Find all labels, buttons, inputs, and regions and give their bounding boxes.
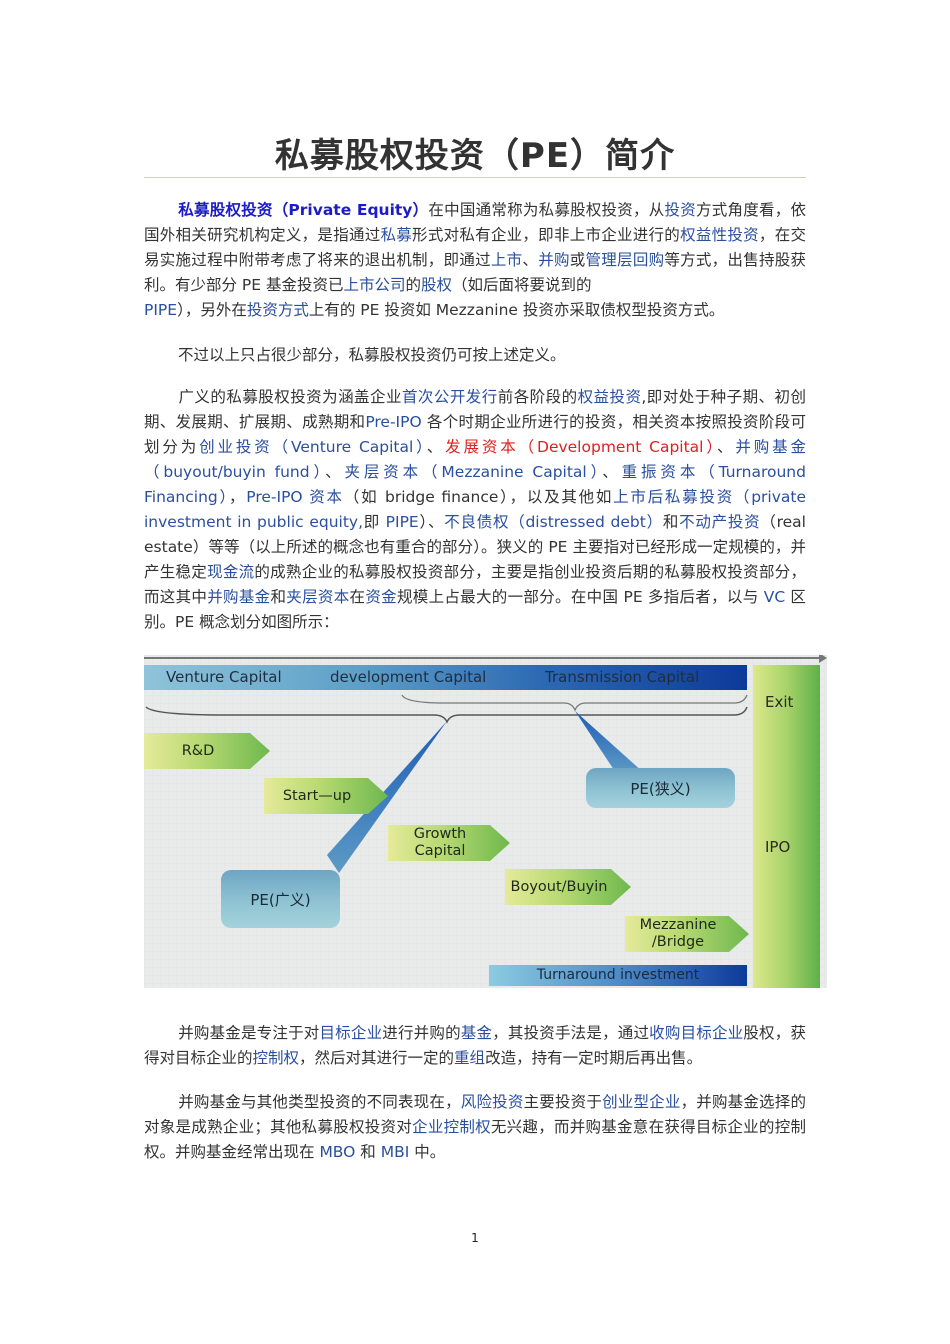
timeline-arrowhead [819, 655, 827, 663]
link-cash-flow[interactable]: 现金流 [207, 563, 254, 581]
link-pipe[interactable]: PIPE [386, 513, 419, 531]
stage-startup: Start—up [264, 778, 388, 814]
link-venture-investment[interactable]: 风险投资 [461, 1093, 524, 1111]
paragraph-definition: 广义的私募股权投资为涵盖企业首次公开发行前各阶段的权益投资,即对处于种子期、初创… [144, 388, 807, 631]
label-development-capital: development Capital [330, 668, 487, 686]
link-mbo[interactable]: 管理层回购 [586, 251, 665, 269]
paragraph-note: 不过以上只占很少部分，私募股权投资仍可按上述定义。 [178, 346, 566, 364]
title-divider [144, 177, 806, 178]
link-mbo[interactable]: MBO [319, 1143, 355, 1161]
stage-mezzanine-bridge: Mezzanine /Bridge [625, 916, 749, 952]
link-vc[interactable]: VC [764, 588, 785, 606]
link-target-company[interactable]: 目标企业 [319, 1024, 382, 1042]
link-ipo[interactable]: 首次公开发行 [402, 388, 498, 406]
link-startup-company[interactable]: 创业型企业 [602, 1093, 681, 1111]
link-listed-company[interactable]: 上市公司 [344, 276, 406, 294]
link-pre-ipo[interactable]: Pre-IPO [365, 413, 421, 431]
link-venture-capital[interactable]: 创业投资（Venture Capital） [199, 438, 427, 456]
paragraph-buyout-fund: 并购基金是专注于对目标企业进行并购的基金，其投资手法是，通过收购目标企业股权，获… [144, 1024, 806, 1067]
pe-narrow-box: PE(狭义) [586, 768, 735, 808]
link-listing[interactable]: 上市 [491, 251, 523, 269]
link-mezzanine[interactable]: 夹层资本 [286, 588, 349, 606]
link-equity-investment[interactable]: 权益性投资 [680, 226, 759, 244]
link-restructuring[interactable]: 重组 [454, 1049, 485, 1067]
paragraph-buyout-difference: 并购基金与其他类型投资的不同表现在，风险投资主要投资于创业型企业，并购基金选择的… [144, 1093, 806, 1161]
link-mezzanine-capital[interactable]: 夹层资本（Mezzanine Capital） [344, 463, 602, 481]
link-development-capital[interactable]: 发展资本（Development Capital） [445, 438, 717, 456]
link-equity-investment[interactable]: 权益投资 [578, 388, 642, 406]
stage-growth-capital: Growth Capital [388, 825, 510, 861]
link-merger[interactable]: 并购 [538, 251, 570, 269]
link-acquire-target[interactable]: 收购目标企业 [649, 1024, 743, 1042]
label-exit: Exit [765, 693, 794, 711]
link-buyout-fund[interactable]: 并购基金 [207, 588, 270, 606]
document-title: 私募股权投资（PE）简介 [274, 136, 676, 176]
turnaround-investment-bar: Turnaround investment [489, 965, 747, 986]
label-ipo: IPO [765, 838, 791, 856]
paragraph-intro: 私募股权投资（Private Equity）在中国通常称为私募股权投资，从投资方… [144, 201, 806, 319]
link-real-estate[interactable]: 不动产投资 [679, 513, 760, 531]
link-mbi[interactable]: MBI [381, 1143, 410, 1161]
link-pre-ipo-capital[interactable]: Pre-IPO 资本 [246, 488, 344, 506]
label-transmission-capital: Transmission Capital [545, 668, 700, 686]
stage-buyout-buyin: Boyout/Buyin [505, 869, 631, 905]
link-private-placement[interactable]: 私募 [381, 226, 413, 244]
page-number: 1 [471, 1231, 479, 1245]
link-investment[interactable]: 投资 [665, 201, 696, 219]
brace-broad-pe [145, 706, 748, 724]
link-corporate-control[interactable]: 企业控制权 [412, 1118, 491, 1136]
exit-bar: Exit IPO [753, 665, 820, 988]
stage-rnd: R&D [144, 733, 270, 769]
link-private-equity[interactable]: 私募股权投资（Private Equity） [178, 201, 428, 219]
link-distressed-debt[interactable]: 不良债权（distressed debt） [444, 513, 663, 531]
capital-type-bar: Venture Capital development Capital Tran… [144, 665, 747, 690]
pe-broad-box: PE(广义) [221, 870, 340, 928]
brace-narrow-pe [401, 694, 748, 712]
link-funds[interactable]: 资金 [365, 588, 397, 606]
link-pipe[interactable]: PIPE [144, 301, 177, 319]
link-fund[interactable]: 基金 [461, 1024, 492, 1042]
label-venture-capital: Venture Capital [166, 668, 282, 686]
link-equity[interactable]: 股权 [421, 276, 452, 294]
pe-concept-diagram: Venture Capital development Capital Tran… [144, 655, 827, 988]
link-investment-method[interactable]: 投资方式 [247, 301, 309, 319]
callout-pointer-narrow [575, 711, 644, 773]
link-control-right[interactable]: 控制权 [253, 1049, 300, 1067]
